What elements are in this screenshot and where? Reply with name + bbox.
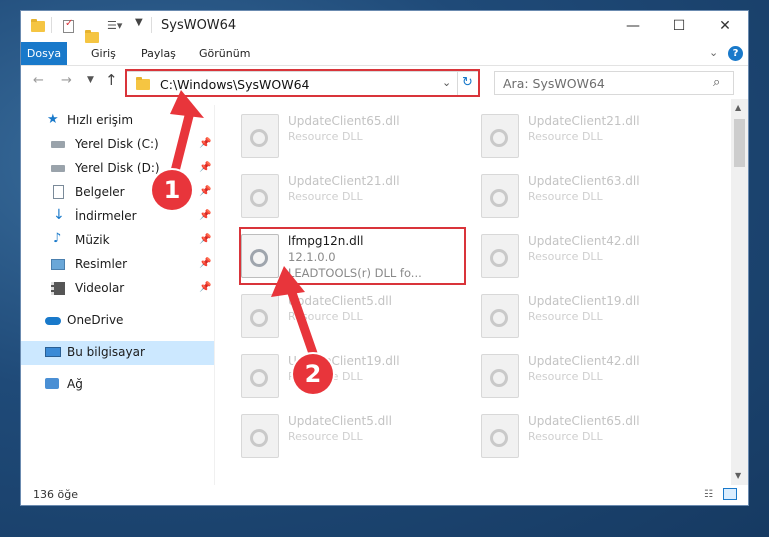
step-2-badge: 2: [293, 354, 333, 394]
arrow-2-shaft: [286, 285, 321, 367]
arrow-2-head: [271, 266, 305, 297]
step-1-badge: 1: [152, 170, 192, 210]
annotation-arrows: [167, 90, 321, 367]
arrow-1-head: [170, 90, 204, 118]
